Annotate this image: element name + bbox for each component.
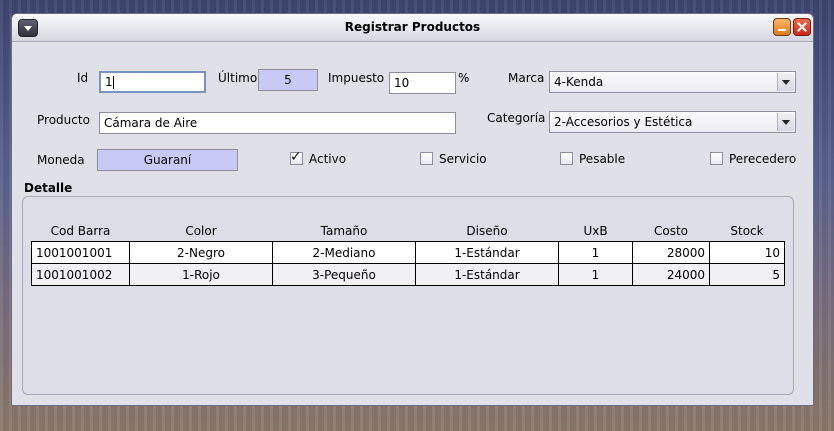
column-header[interactable]: Tamaño (273, 221, 416, 242)
impuesto-label: Impuesto (328, 71, 385, 85)
table-header-row: Cod Barra Color Tamaño Diseño UxB Costo … (32, 221, 785, 242)
table-cell[interactable]: 3-Pequeño (272, 263, 416, 286)
table-row[interactable]: 1001001001 2-Negro 2-Mediano 1-Estándar … (31, 241, 785, 264)
impuesto-field[interactable]: 10 (389, 72, 456, 94)
producto-field[interactable]: Cámara de Aire (99, 112, 456, 134)
chevron-down-icon[interactable] (777, 113, 794, 131)
checkmark-icon: ✓ (290, 149, 302, 165)
column-header[interactable]: Stock (710, 221, 785, 242)
table-cell[interactable]: 24000 (632, 263, 710, 286)
column-header[interactable]: Color (130, 221, 273, 242)
title-bar[interactable]: Registrar Productos (12, 14, 813, 42)
minimize-button[interactable] (773, 18, 791, 36)
marca-select[interactable]: 4-Kenda (549, 71, 796, 93)
ultimo-label: Último (218, 71, 258, 85)
id-label: Id (77, 71, 89, 85)
table-cell[interactable]: 1 (558, 241, 633, 264)
table-cell[interactable]: 1-Estándar (415, 241, 559, 264)
table-cell[interactable]: 28000 (632, 241, 710, 264)
categoria-select[interactable]: 2-Accesorios y Estética (549, 111, 796, 133)
detalle-table: Cod Barra Color Tamaño Diseño UxB Costo … (31, 221, 785, 286)
table-cell[interactable]: 2-Negro (129, 241, 273, 264)
table-cell[interactable]: 5 (709, 263, 785, 286)
percent-label: % (458, 71, 470, 85)
marca-value: 4-Kenda (554, 75, 604, 89)
table-cell[interactable]: 1-Rojo (129, 263, 273, 286)
activo-checkbox[interactable]: ✓ (290, 149, 303, 165)
categoria-label: Categoría (487, 111, 546, 125)
perecedero-checkbox[interactable] (710, 152, 723, 165)
detalle-label: Detalle (24, 181, 73, 195)
categoria-value: 2-Accesorios y Estética (554, 115, 693, 129)
table-row[interactable]: 1001001002 1-Rojo 3-Pequeño 1-Estándar 1… (31, 263, 785, 286)
moneda-label: Moneda (37, 153, 85, 167)
table-cell[interactable]: 1-Estándar (415, 263, 559, 286)
table-cell[interactable]: 1001001002 (31, 263, 130, 286)
table-cell[interactable]: 10 (709, 241, 785, 264)
registrar-productos-window: Registrar Productos Id 1 Último 5 Impues… (11, 13, 814, 406)
table-cell[interactable]: 1 (558, 263, 633, 286)
table-cell[interactable]: 2-Mediano (272, 241, 416, 264)
column-header[interactable]: Diseño (416, 221, 559, 242)
ultimo-field: 5 (258, 69, 318, 91)
column-header[interactable]: Costo (633, 221, 710, 242)
table-cell[interactable]: 1001001001 (31, 241, 130, 264)
pesable-label[interactable]: Pesable (579, 152, 625, 166)
marca-label: Marca (508, 71, 545, 85)
pesable-checkbox[interactable] (560, 152, 573, 165)
moneda-field: Guaraní (97, 149, 238, 171)
perecedero-label[interactable]: Perecedero (729, 152, 796, 166)
servicio-checkbox[interactable] (420, 152, 433, 165)
servicio-label[interactable]: Servicio (439, 152, 487, 166)
window-title: Registrar Productos (344, 20, 481, 34)
close-button[interactable] (793, 18, 811, 36)
column-header[interactable]: UxB (559, 221, 633, 242)
activo-label[interactable]: Activo (309, 152, 346, 166)
column-header[interactable]: Cod Barra (32, 221, 130, 242)
chevron-down-icon[interactable] (777, 73, 794, 91)
producto-label: Producto (37, 113, 90, 127)
id-field[interactable]: 1 (99, 71, 206, 93)
